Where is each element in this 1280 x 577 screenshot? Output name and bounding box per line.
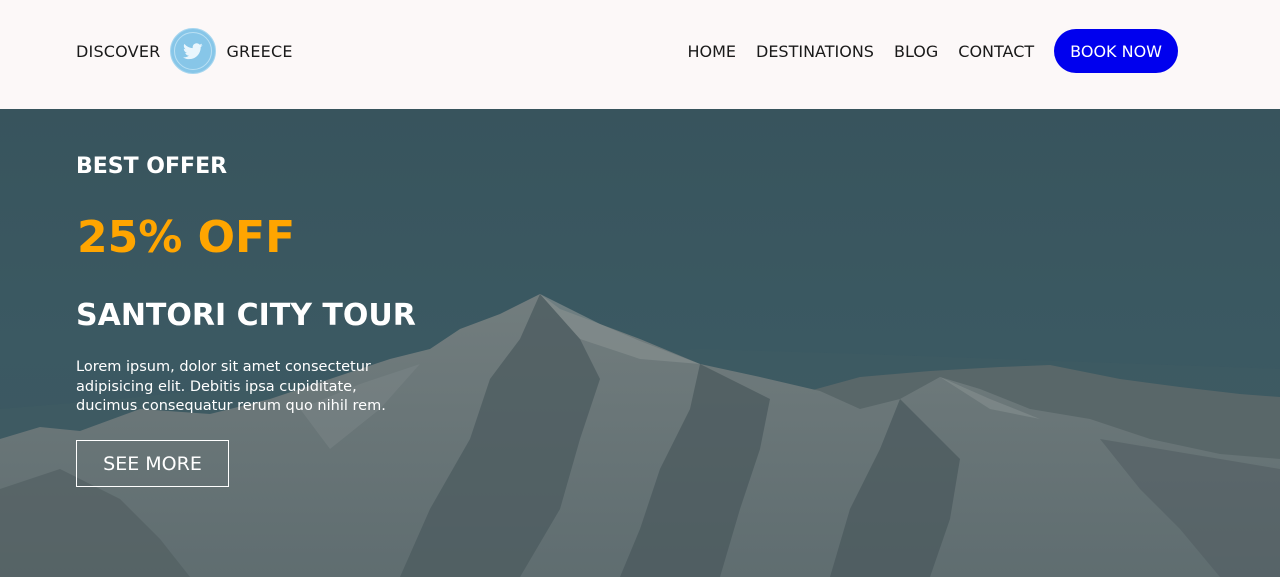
book-now-button[interactable]: BOOK NOW [1054,29,1178,73]
nav-item-home[interactable]: HOME [687,42,736,61]
hero-section: BEST OFFER 25% OFF SANTORI CITY TOUR Lor… [0,109,1280,577]
main-nav: HOME DESTINATIONS BLOG CONTACT BOOK NOW [687,29,1178,73]
best-offer-label: BEST OFFER [76,154,228,179]
nav-item-contact[interactable]: CONTACT [958,42,1034,61]
nav-item-destinations[interactable]: DESTINATIONS [756,42,874,61]
twitter-bird-icon [170,28,217,74]
tour-description: Lorem ipsum, dolor sit amet consectetur … [76,359,386,414]
mountain-background-image [0,109,1280,577]
nav-item-blog[interactable]: BLOG [894,42,938,61]
site-header: DISCOVER GREECE HOME DESTINATIONS BLOG C… [0,0,1280,109]
discount-heading: 25% OFF [77,212,296,263]
see-more-button[interactable]: SEE MORE [76,440,229,487]
brand-word-greece: GREECE [226,41,293,61]
tour-title: SANTORI CITY TOUR [76,298,416,333]
brand-word-discover: DISCOVER [76,41,161,61]
brand-logo[interactable]: DISCOVER GREECE [76,27,293,75]
